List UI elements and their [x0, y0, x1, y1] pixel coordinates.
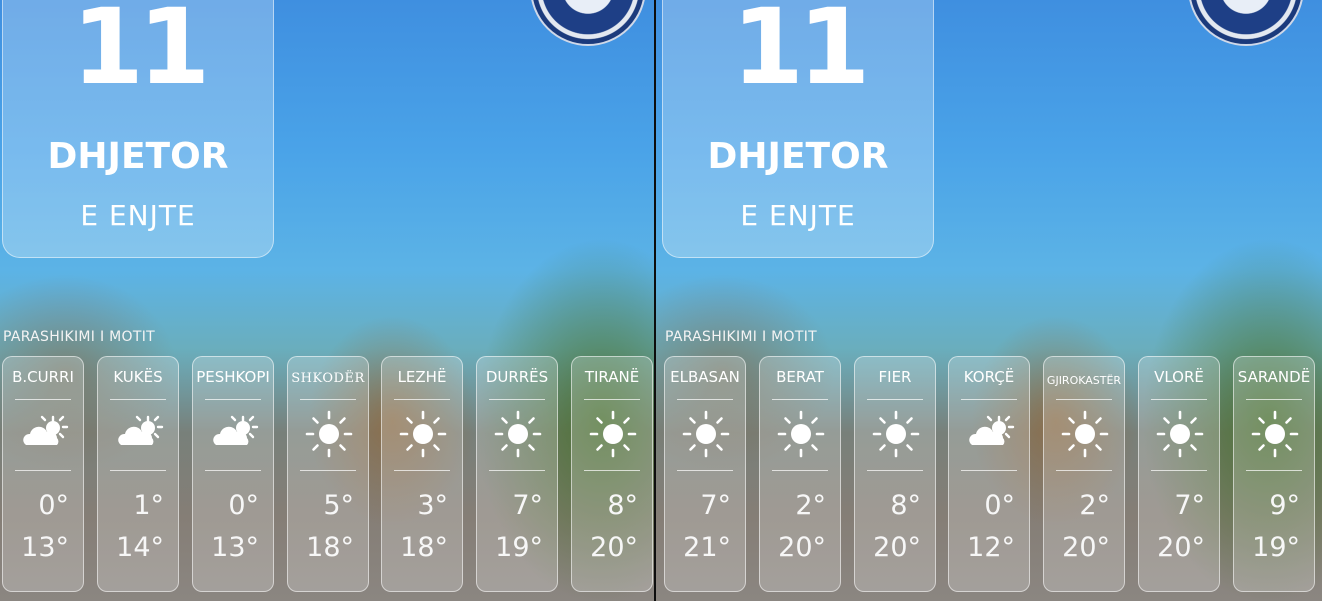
temp-max: 20°: [590, 532, 638, 563]
city-name: GJIROKASTËR: [1046, 374, 1122, 387]
meteorologist-emblem: [1188, 0, 1304, 46]
city-name: FIER: [878, 368, 912, 386]
temp-min: 0°: [38, 490, 69, 521]
forecast-section-label: PARASHIKIMI I MOTIT: [3, 329, 155, 345]
date-card: 11 DHJETOR E ENJTE: [2, 0, 274, 258]
city-card-berat: BERAT 2° 20°: [759, 356, 841, 592]
sun-icon: [682, 410, 730, 458]
temp-min: 8°: [607, 490, 638, 521]
city-name: TIRANË: [584, 368, 640, 386]
temp-min: 7°: [700, 490, 731, 521]
city-card-b-curri: B.CURRI 0° 13°: [2, 356, 84, 592]
temp-max: 19°: [1252, 532, 1300, 563]
city-card-peshkopi: PESHKOPI 0° 13°: [192, 356, 274, 592]
partly-cloudy-icon: [118, 415, 164, 445]
temp-min: 2°: [795, 490, 826, 521]
city-name: DURRËS: [485, 368, 549, 386]
forecast-section-label: PARASHIKIMI I MOTIT: [665, 329, 817, 345]
sun-icon: [872, 410, 920, 458]
partly-cloudy-icon: [969, 415, 1015, 445]
partly-cloudy-icon: [23, 415, 69, 445]
temp-max: 14°: [116, 532, 164, 563]
day-number: 11: [731, 0, 871, 108]
city-card-sarande: SARANDË 9° 19°: [1233, 356, 1315, 592]
temp-min: 0°: [228, 490, 259, 521]
sun-icon: [399, 410, 447, 458]
city-card-korce: KORÇË 0° 12°: [948, 356, 1030, 592]
temp-min: 1°: [133, 490, 164, 521]
temp-max: 20°: [1157, 532, 1205, 563]
temp-max: 20°: [873, 532, 921, 563]
city-card-lezhe: LEZHË 3° 18°: [381, 356, 463, 592]
city-card-gjirokaster: GJIROKASTËR 2° 20°: [1043, 356, 1125, 592]
city-card-durres: DURRËS 7° 19°: [476, 356, 558, 592]
city-card-vlore: VLORË 7° 20°: [1138, 356, 1220, 592]
temp-min: 7°: [1174, 490, 1205, 521]
temp-min: 7°: [512, 490, 543, 521]
city-name: SARANDË: [1237, 368, 1311, 386]
sun-icon: [1061, 410, 1109, 458]
city-card-elbasan: ELBASAN 7° 21°: [664, 356, 746, 592]
city-card-fier: FIER 8° 20°: [854, 356, 936, 592]
city-name: BERAT: [776, 368, 824, 386]
temp-max: 18°: [400, 532, 448, 563]
city-card-tirane: TIRANË 8° 20°: [571, 356, 653, 592]
weekday-label: E ENJTE: [740, 199, 856, 232]
city-name: LEZHË: [397, 368, 447, 386]
sun-icon: [1156, 410, 1204, 458]
weekday-label: E ENJTE: [80, 199, 196, 232]
temp-max: 20°: [1062, 532, 1110, 563]
month-label: DHJETOR: [47, 136, 229, 177]
temp-min: 5°: [323, 490, 354, 521]
temp-min: 9°: [1269, 490, 1300, 521]
month-label: DHJETOR: [707, 136, 889, 177]
temp-min: 8°: [890, 490, 921, 521]
temp-max: 21°: [683, 532, 731, 563]
temp-min: 0°: [984, 490, 1015, 521]
city-card-kukes: KUKËS 1° 14°: [97, 356, 179, 592]
city-name: PESHKOPI: [196, 368, 270, 386]
temp-min: 3°: [417, 490, 448, 521]
temp-max: 12°: [967, 532, 1015, 563]
sun-icon: [589, 410, 637, 458]
temp-min: 2°: [1079, 490, 1110, 521]
date-card: 11 DHJETOR E ENJTE: [662, 0, 934, 258]
city-name: SHKODËR: [291, 371, 365, 386]
city-name: VLORË: [1154, 368, 1204, 386]
sun-icon: [494, 410, 542, 458]
day-number: 11: [71, 0, 211, 108]
sun-icon: [777, 410, 825, 458]
city-name: B.CURRI: [12, 368, 74, 386]
weather-panel-left: 11 DHJETOR E ENJTE PARASHIKIMI I MOTIT B…: [0, 0, 654, 601]
temp-max: 19°: [495, 532, 543, 563]
temp-max: 20°: [778, 532, 826, 563]
city-name: KUKËS: [113, 368, 163, 386]
sun-icon: [305, 410, 353, 458]
meteorologist-emblem: [530, 0, 646, 46]
temp-max: 13°: [211, 532, 259, 563]
temp-max: 13°: [21, 532, 69, 563]
city-name: ELBASAN: [670, 368, 740, 386]
temp-max: 18°: [306, 532, 354, 563]
weather-panel-right: 11 DHJETOR E ENJTE PARASHIKIMI I MOTIT E…: [656, 0, 1322, 601]
partly-cloudy-icon: [213, 415, 259, 445]
city-name: KORÇË: [963, 368, 1015, 386]
sun-icon: [1251, 410, 1299, 458]
city-card-shkoder: SHKODËR 5° 18°: [287, 356, 369, 592]
